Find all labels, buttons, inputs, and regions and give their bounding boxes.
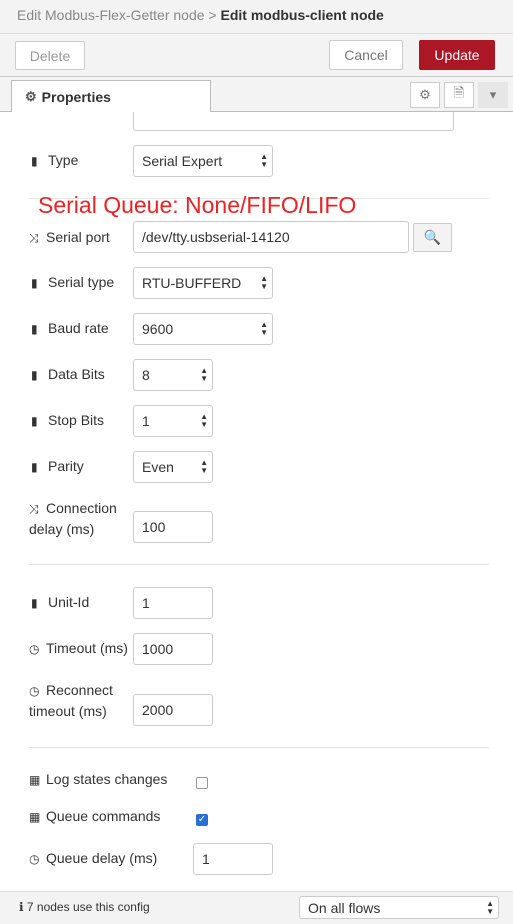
- search-icon: 🔍: [423, 229, 442, 245]
- unit-id-label: ▮ Unit-Id: [31, 594, 90, 610]
- bookmark-icon: ▮: [31, 322, 38, 336]
- timeout-label: ◷ Timeout (ms): [29, 640, 128, 656]
- scrollbar[interactable]: [504, 112, 513, 890]
- stop-bits-select[interactable]: 1 ▲ ▼: [133, 405, 213, 437]
- stop-bits-label: ▮ Stop Bits: [31, 412, 105, 428]
- grid-icon: ▦: [29, 810, 41, 824]
- reconnect-timeout-input[interactable]: 2000: [133, 694, 213, 726]
- data-bits-select[interactable]: 8 ▲ ▼: [133, 359, 213, 391]
- log-states-label: ▦ Log states changes: [29, 771, 168, 787]
- bookmark-icon: ▮: [31, 414, 38, 428]
- grid-icon: ▦: [29, 773, 41, 787]
- select-arrows-icon: ▲ ▼: [200, 412, 208, 429]
- data-bits-label: ▮ Data Bits: [31, 366, 105, 382]
- update-button[interactable]: Update: [419, 40, 495, 70]
- log-states-checkbox[interactable]: [196, 777, 208, 789]
- queue-commands-checkbox[interactable]: ✓: [196, 814, 208, 826]
- select-arrows-icon: ▲ ▼: [260, 320, 268, 337]
- bookmark-icon: ▮: [31, 460, 38, 474]
- type-select[interactable]: Serial Expert ▲ ▼: [133, 145, 273, 177]
- parity-label: ▮ Parity: [31, 458, 84, 474]
- reconnect-timeout-label: ◷ Reconnect timeout (ms): [29, 682, 113, 719]
- shuffle-icon: ⤨: [29, 502, 39, 516]
- search-button[interactable]: 🔍: [413, 223, 452, 252]
- select-arrows-icon: ▲ ▼: [200, 458, 208, 475]
- divider: [29, 747, 489, 748]
- info-icon: ℹ: [19, 900, 24, 914]
- serial-type-select[interactable]: RTU-BUFFERD ▲ ▼: [133, 267, 273, 299]
- connection-delay-input[interactable]: 100: [133, 511, 213, 543]
- delete-button[interactable]: Delete: [15, 41, 85, 70]
- clock-icon: ◷: [29, 852, 40, 866]
- gear-icon: ⚙: [25, 88, 37, 104]
- serial-port-input[interactable]: /dev/tty.usbserial-14120: [133, 221, 409, 253]
- clock-icon: ◷: [29, 684, 40, 698]
- serial-type-label: ▮ Serial type: [31, 274, 115, 290]
- queue-delay-input[interactable]: 1: [193, 843, 273, 875]
- select-arrows-icon: ▲ ▼: [486, 899, 494, 916]
- bookmark-icon: ▮: [31, 154, 38, 168]
- divider: [29, 564, 489, 565]
- breadcrumb-current: Edit modbus-client node: [220, 7, 384, 23]
- breadcrumb-separator: >: [208, 7, 217, 23]
- select-arrows-icon: ▲ ▼: [260, 152, 268, 169]
- type-label: ▮ Type: [31, 152, 79, 168]
- unit-id-input[interactable]: 1: [133, 587, 213, 619]
- shuffle-icon: ⤨: [29, 231, 39, 245]
- timeout-input[interactable]: 1000: [133, 633, 213, 665]
- partial-field: [133, 112, 454, 131]
- chevron-down-icon[interactable]: ▾: [478, 82, 508, 108]
- breadcrumb-parent[interactable]: Edit Modbus-Flex-Getter node: [17, 7, 205, 23]
- usage-info: ℹ 7 nodes use this config: [19, 900, 150, 914]
- clock-icon: ◷: [29, 642, 40, 656]
- bookmark-icon: ▮: [31, 596, 38, 610]
- queue-commands-label: ▦ Queue commands: [29, 808, 161, 824]
- select-arrows-icon: ▲ ▼: [260, 274, 268, 291]
- description-icon[interactable]: 🗎: [444, 82, 474, 108]
- connection-delay-label: ⤨ Connection delay (ms): [29, 500, 117, 537]
- bookmark-icon: ▮: [31, 368, 38, 382]
- settings-gear-icon[interactable]: ⚙: [410, 82, 440, 108]
- serial-port-label: ⤨ Serial port: [29, 229, 110, 245]
- tab-properties-label: Properties: [41, 88, 111, 105]
- queue-delay-label: ◷ Queue delay (ms): [29, 850, 158, 866]
- scope-select[interactable]: On all flows ▲ ▼: [299, 896, 499, 919]
- breadcrumb: Edit Modbus-Flex-Getter node > Edit modb…: [17, 7, 384, 23]
- cancel-button[interactable]: Cancel: [329, 40, 403, 70]
- serial-queue-annotation: Serial Queue: None/FIFO/LIFO: [38, 192, 357, 218]
- select-arrows-icon: ▲ ▼: [200, 366, 208, 383]
- tab-properties[interactable]: ⚙ Properties: [11, 80, 211, 112]
- baud-rate-label: ▮ Baud rate: [31, 320, 109, 336]
- parity-select[interactable]: Even ▲ ▼: [133, 451, 213, 483]
- bookmark-icon: ▮: [31, 276, 38, 290]
- baud-rate-select[interactable]: 9600 ▲ ▼: [133, 313, 273, 345]
